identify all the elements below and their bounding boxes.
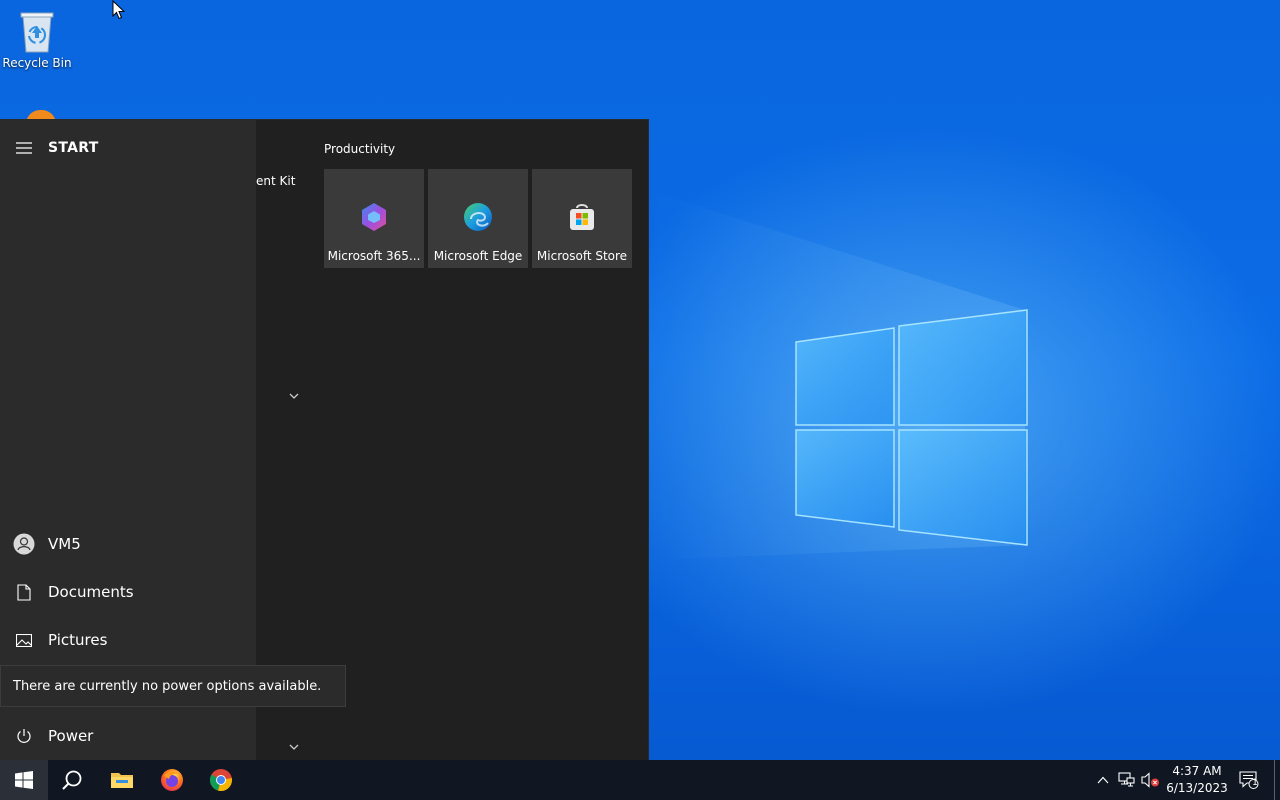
search-icon (62, 770, 82, 790)
network-button[interactable] (1117, 770, 1137, 790)
start-menu-title: START (48, 140, 99, 156)
taskbar-chrome[interactable] (197, 760, 245, 800)
show-desktop-button[interactable] (1274, 760, 1275, 800)
speaker-muted-icon (1141, 772, 1159, 788)
file-explorer-icon (111, 773, 133, 788)
tile-group-label[interactable]: Productivity (324, 142, 395, 156)
desktop-icon-label: Recycle Bin (2, 56, 72, 70)
desktop-icon-recycle-bin[interactable]: Recycle Bin (0, 8, 74, 70)
microsoft-365-icon (362, 203, 386, 231)
network-icon (1118, 772, 1135, 787)
chevron-up-icon (1097, 776, 1109, 784)
taskbar-file-explorer[interactable] (98, 760, 146, 800)
clock-date: 6/13/2023 (1166, 781, 1228, 795)
recycle-bin-icon (20, 12, 54, 53)
document-icon (17, 583, 31, 601)
windows-logo-icon (15, 771, 33, 789)
edge-icon (464, 203, 492, 231)
tile-microsoft-365[interactable]: Microsoft 365... (324, 169, 424, 268)
tile-label: Microsoft 365... (327, 249, 421, 263)
show-hidden-icons-button[interactable] (1093, 770, 1113, 790)
taskbar: 4:37 AM 6/13/2023 1 (0, 760, 1280, 800)
start-menu-rail: START VM5 Documents Pictures Power (0, 120, 256, 760)
chevron-down-icon[interactable] (284, 737, 304, 757)
firefox-icon (161, 769, 183, 791)
chevron-down-icon[interactable] (284, 386, 304, 406)
notification-count: 1 (1252, 778, 1258, 788)
start-menu-expand-button[interactable]: START (0, 124, 256, 172)
app-list-item-partial[interactable]: ent Kit (256, 174, 295, 188)
clock-time: 4:37 AM (1172, 764, 1222, 778)
taskbar-firefox[interactable] (148, 760, 196, 800)
start-button[interactable] (0, 760, 48, 800)
rail-item-pictures[interactable]: Pictures (0, 616, 256, 664)
store-icon (570, 204, 594, 230)
rail-item-label: Pictures (48, 631, 108, 649)
power-options-tooltip: There are currently no power options ava… (0, 665, 346, 707)
rail-item-power[interactable]: Power (0, 712, 256, 760)
tile-microsoft-edge[interactable]: Microsoft Edge (428, 169, 528, 268)
tile-label: Microsoft Edge (433, 249, 523, 263)
power-icon (17, 729, 31, 743)
user-avatar-icon (13, 533, 35, 555)
taskbar-clock[interactable]: 4:37 AM 6/13/2023 (1160, 763, 1234, 797)
mouse-cursor-icon (112, 0, 126, 20)
rail-item-documents[interactable]: Documents (0, 568, 256, 616)
start-menu: ent Kit Productivity Microsoft 365... Mi… (0, 120, 648, 760)
rail-item-user[interactable]: VM5 (0, 520, 256, 568)
tile-microsoft-store[interactable]: Microsoft Store (532, 169, 632, 268)
chrome-icon (210, 769, 232, 792)
rail-item-label: VM5 (48, 535, 81, 553)
pictures-icon (16, 633, 32, 647)
tile-label: Microsoft Store (536, 249, 628, 263)
hamburger-menu-icon (0, 142, 48, 154)
action-center-button[interactable]: 1 (1238, 770, 1260, 790)
rail-item-label: Power (48, 727, 94, 745)
volume-button[interactable] (1141, 770, 1161, 790)
search-button[interactable] (48, 760, 96, 800)
rail-item-label: Documents (48, 583, 134, 601)
